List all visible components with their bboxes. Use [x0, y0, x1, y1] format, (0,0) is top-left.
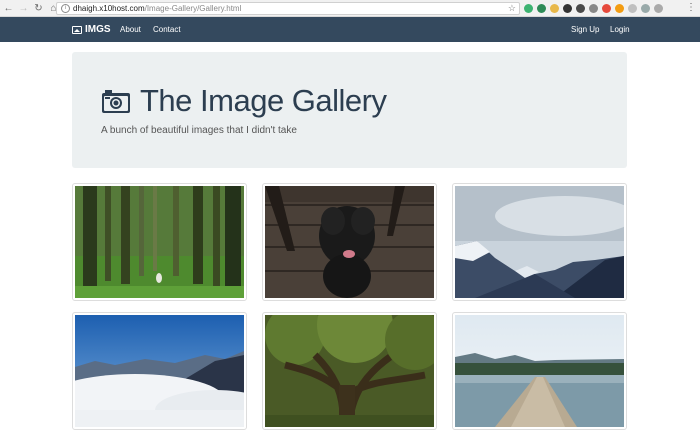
bookmark-star-icon[interactable]: ☆ [508, 3, 516, 14]
address-bar[interactable]: i dhaigh.x10host.com/Image-Gallery/Galle… [56, 2, 520, 15]
extension-icon[interactable] [550, 4, 559, 13]
mountain-photo [455, 186, 624, 298]
jumbotron: The Image Gallery A bunch of beautiful i… [72, 52, 627, 168]
extension-icon[interactable] [641, 4, 650, 13]
info-icon[interactable]: i [61, 4, 70, 13]
subtitle: A bunch of beautiful images that I didn'… [101, 125, 297, 136]
gallery-thumbnail-clouds[interactable] [72, 312, 247, 430]
nav-link-contact[interactable]: Contact [153, 17, 181, 42]
back-icon[interactable]: ← [2, 2, 15, 15]
dog-photo [265, 186, 434, 298]
extension-icon[interactable] [602, 4, 611, 13]
extensions-bar [524, 3, 663, 14]
gallery-thumbnail-tree[interactable] [262, 312, 437, 430]
page-title: The Image Gallery [101, 83, 387, 119]
site-navbar: IMGS About Contact Sign Up Login [0, 17, 700, 42]
extension-icon[interactable] [537, 4, 546, 13]
forest-photo [75, 186, 244, 298]
extension-icon[interactable] [524, 4, 533, 13]
gallery-thumbnail-forest[interactable] [72, 183, 247, 301]
extension-icon[interactable] [615, 4, 624, 13]
picture-icon [72, 25, 82, 34]
tree-photo [265, 315, 434, 427]
extension-icon[interactable] [589, 4, 598, 13]
nav-link-about[interactable]: About [120, 17, 141, 42]
url-host: dhaigh.x10host.com [73, 4, 145, 13]
gallery-thumbnail-mountains[interactable] [452, 183, 627, 301]
navbar-brand[interactable]: IMGS [72, 17, 111, 42]
brand-label: IMGS [85, 24, 111, 35]
extension-icon[interactable] [628, 4, 637, 13]
title-text: The Image Gallery [140, 83, 387, 118]
forward-icon[interactable]: → [17, 2, 30, 15]
browser-menu-icon[interactable]: ⋮ [686, 2, 696, 14]
pier-photo [455, 315, 624, 427]
gallery-thumbnail-pier[interactable] [452, 312, 627, 430]
camera-icon [102, 89, 130, 113]
reload-icon[interactable]: ↻ [32, 2, 45, 15]
nav-link-login[interactable]: Login [610, 17, 630, 42]
nav-link-sign-up[interactable]: Sign Up [571, 17, 599, 42]
extension-icon[interactable] [576, 4, 585, 13]
url-path: /Image-Gallery/Gallery.html [144, 4, 242, 13]
browser-toolbar: ← → ↻ ⌂ i dhaigh.x10host.com/Image-Galle… [0, 0, 700, 17]
clouds-photo [75, 315, 244, 427]
extension-icon[interactable] [654, 4, 663, 13]
gallery-thumbnail-dog[interactable] [262, 183, 437, 301]
extension-icon[interactable] [563, 4, 572, 13]
